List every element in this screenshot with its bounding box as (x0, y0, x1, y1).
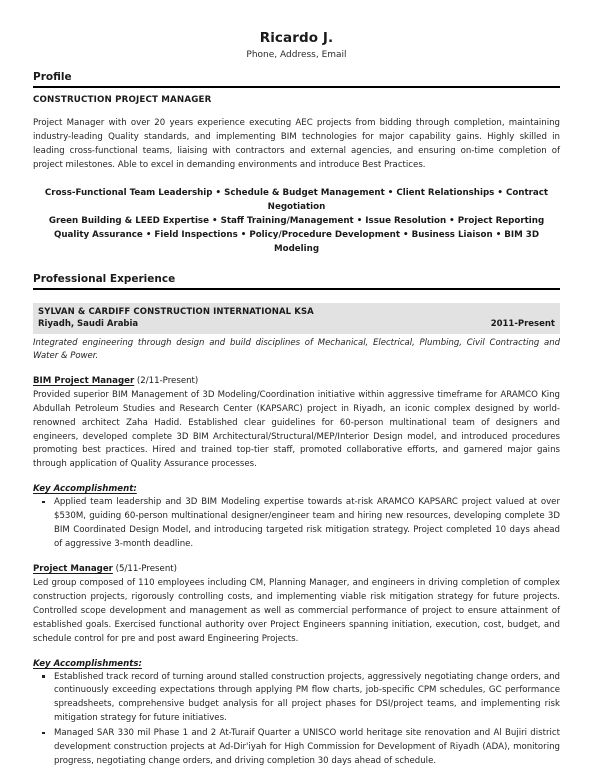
competency-line: Green Building & LEED Expertise • Staff … (48, 215, 545, 226)
role-project-manager: Project Manager (5/11-Present) Led group… (33, 563, 560, 769)
section-heading-experience: Professional Experience (33, 273, 560, 291)
bullet-square-icon (42, 731, 45, 735)
contact-line: Phone, Address, Email (246, 50, 347, 61)
company-location: Riyadh, Saudi Arabia (38, 319, 139, 330)
competency-line: Quality Assurance • Field Inspections • … (53, 229, 540, 254)
role-dates: (2/11-Present) (136, 375, 199, 386)
accomplishments-label: Key Accomplishment: (33, 484, 137, 495)
resume-page: Ricardo J. Phone, Address, Email Profile… (0, 0, 593, 766)
list-item-text: Managed SAR 330 mil Phase 1 and 2 At-Tur… (54, 728, 560, 767)
role-title: BIM Project Manager (33, 375, 135, 386)
role-title: Project Manager (33, 564, 113, 575)
list-item-text: Applied team leadership and 3D BIM Model… (54, 497, 560, 550)
profile-summary: Project Manager with over 20 years exper… (33, 117, 560, 170)
company-description: Integrated engineering through design an… (33, 337, 560, 362)
list-item: Established track record of turning arou… (33, 671, 560, 727)
company-dates: 2011-Present (490, 319, 555, 330)
candidate-name: Ricardo J. (259, 30, 334, 46)
role-dates: (5/11-Present) (115, 564, 177, 575)
core-competencies: Cross-Functional Team Leadership • Sched… (33, 186, 560, 256)
role-description: Led group composed of 110 employees incl… (33, 577, 560, 644)
bullet-square-icon (42, 500, 45, 504)
role-bim-project-manager: BIM Project Manager (2/11-Present) Provi… (33, 375, 560, 552)
company-name: SYLVAN & CARDIFF CONSTRUCTION INTERNATIO… (38, 307, 314, 318)
company-block: SYLVAN & CARDIFF CONSTRUCTION INTERNATIO… (33, 303, 560, 334)
role-description: Provided superior BIM Management of 3D M… (33, 389, 560, 470)
bullet-square-icon (42, 675, 45, 678)
role-title-line: Project Manager (5/11-Present) (33, 563, 560, 576)
accomplishments-label: Key Accomplishments: (33, 658, 142, 669)
section-heading-profile: Profile (33, 71, 560, 88)
competency-line: Cross-Functional Team Leadership • Sched… (44, 187, 549, 212)
role-title-line: BIM Project Manager (2/11-Present) (33, 375, 560, 388)
list-item: Applied team leadership and 3D BIM Model… (33, 496, 560, 552)
job-target-title: CONSTRUCTION PROJECT MANAGER (33, 94, 212, 105)
list-item: Managed SAR 330 mil Phase 1 and 2 At-Tur… (33, 727, 560, 769)
company-meta: Riyadh, Saudi Arabia 2011-Present (38, 318, 555, 330)
accomplishments-list: Applied team leadership and 3D BIM Model… (33, 496, 560, 552)
list-item-text: Established track record of turning arou… (54, 671, 560, 724)
accomplishments-list: Established track record of turning arou… (33, 671, 560, 769)
